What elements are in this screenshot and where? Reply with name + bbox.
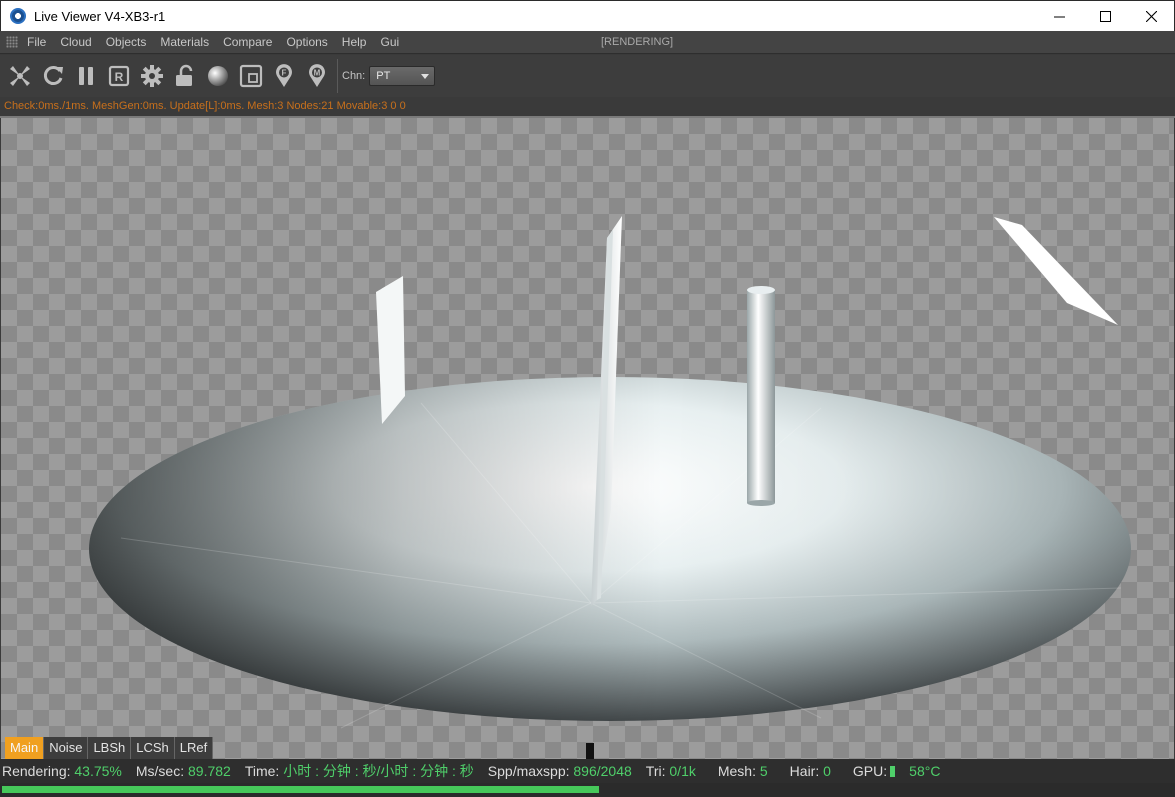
minimize-icon (1053, 16, 1065, 17)
cylinder (747, 290, 775, 503)
close-icon (1145, 10, 1157, 22)
svg-text:R: R (114, 70, 123, 84)
menu-materials[interactable]: Materials (153, 31, 216, 54)
toolbar: R F M Chn: PT (0, 55, 1175, 97)
tab-noise[interactable]: Noise (44, 737, 89, 759)
mesh-value: 5 (759, 763, 768, 779)
menu-cloud[interactable]: Cloud (53, 31, 98, 54)
window-title: Live Viewer V4-XB3-r1 (34, 8, 166, 24)
render-state-label: [RENDERING] (601, 36, 674, 48)
channel-value: PT (376, 70, 391, 82)
chevron-down-icon (421, 74, 430, 79)
reload-icon (43, 66, 63, 85)
menu-bar: File Cloud Objects Materials Compare Opt… (0, 31, 1175, 54)
ms-label: Ms/sec: (135, 763, 185, 779)
hair-value: 0 (823, 763, 831, 779)
stats-line: Check:0ms./1ms. MeshGen:0ms. Update[L]:0… (0, 97, 1175, 115)
app-logo-icon (10, 8, 26, 24)
toolbar-separator (337, 59, 338, 93)
time-value: 小时 : 分钟 : 秒/小时 : 分钟 : 秒 (283, 763, 474, 779)
rendered-scene (89, 216, 1131, 759)
grip-icon[interactable] (6, 36, 18, 48)
minimize-button[interactable] (1036, 1, 1082, 31)
pause-icon (78, 67, 93, 85)
menu-compare[interactable]: Compare (216, 31, 279, 54)
scissors-fan-icon (9, 66, 30, 86)
tab-lbsh[interactable]: LBSh (88, 737, 132, 759)
gpu-load-icon (890, 765, 896, 777)
scissors-fan-button[interactable] (3, 58, 36, 94)
tab-lcsh[interactable]: LCSh (131, 737, 175, 759)
close-button[interactable] (1128, 1, 1174, 31)
ms-value: 89.782 (188, 763, 231, 779)
menu-help[interactable]: Help (335, 31, 374, 54)
render-tabs: Main Noise LBSh LCSh LRef (5, 737, 214, 759)
hair-label: Hair: (789, 763, 820, 779)
rendering-value: 43.75% (74, 763, 122, 779)
pin-f-button[interactable]: F (267, 58, 300, 94)
gpu-temperature: 58°C (909, 763, 941, 779)
render-progress-fill (2, 786, 599, 793)
settings-button[interactable] (135, 58, 168, 94)
pin-m-icon: M (308, 64, 325, 87)
mesh-label: Mesh: (717, 763, 756, 779)
tab-main[interactable]: Main (5, 737, 45, 759)
status-bar: Rendering: 43.75% Ms/sec: 89.782 Time: 小… (0, 759, 1175, 783)
region-r-icon: R (108, 65, 129, 87)
support-pole (586, 743, 594, 759)
tri-value: 0/1k (669, 763, 696, 779)
menu-options[interactable]: Options (279, 31, 334, 54)
channel-label: Chn: (342, 70, 366, 82)
channel-select[interactable]: PT (369, 66, 436, 86)
material-sphere-icon (207, 66, 228, 86)
pause-button[interactable] (69, 58, 102, 94)
spp-label: Spp/maxspp: (487, 763, 570, 779)
lock-button[interactable] (168, 58, 201, 94)
settings-gear-icon (140, 65, 163, 87)
pin-f-icon: F (275, 64, 292, 87)
region-render-button[interactable]: R (102, 58, 135, 94)
window-controls (1036, 1, 1174, 31)
spp-value: 896/2048 (573, 763, 632, 779)
gpu-label: GPU: (852, 763, 888, 779)
rendering-label: Rendering: (2, 763, 71, 779)
floating-panel (994, 217, 1118, 325)
render-progress-bar (0, 783, 1175, 797)
title-bar: Live Viewer V4-XB3-r1 (0, 0, 1175, 31)
cylinder-top (747, 286, 775, 294)
pin-m-button[interactable]: M (300, 58, 333, 94)
tab-lref[interactable]: LRef (174, 737, 214, 759)
material-preview-button[interactable] (201, 58, 234, 94)
time-label: Time: (244, 763, 280, 779)
maximize-button[interactable] (1082, 1, 1128, 31)
menu-file[interactable]: File (20, 31, 53, 54)
reload-button[interactable] (36, 58, 69, 94)
svg-text:M: M (313, 69, 320, 78)
svg-text:F: F (281, 69, 286, 78)
focus-frame-icon (239, 64, 262, 88)
maximize-icon (1099, 10, 1111, 22)
unlock-icon (175, 64, 192, 86)
focus-frame-button[interactable] (234, 58, 267, 94)
menu-objects[interactable]: Objects (99, 31, 154, 54)
cylinder-bottom (747, 500, 775, 506)
render-viewport[interactable] (1, 118, 1174, 759)
menu-gui[interactable]: Gui (373, 31, 406, 54)
tri-label: Tri: (645, 763, 666, 779)
